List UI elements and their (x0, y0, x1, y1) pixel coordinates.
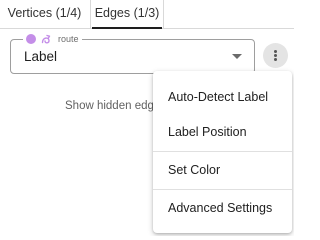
more-vert-icon (274, 50, 277, 53)
menu-divider (153, 151, 292, 152)
edges-panel: Vertices (1/4) Edges (1/3) route Label S… (0, 0, 294, 236)
more-vert-icon-dot (274, 54, 277, 57)
tab-bar: Vertices (1/4) Edges (1/3) (0, 0, 294, 29)
menu-item-label-position[interactable]: Label Position (153, 117, 292, 147)
chevron-down-icon (232, 54, 242, 59)
tab-vertices[interactable]: Vertices (1/4) (0, 0, 89, 29)
select-legend-label: route (58, 34, 79, 44)
active-tab-indicator (92, 27, 162, 29)
edge-color-dot (26, 34, 36, 44)
select-legend: route (23, 32, 82, 46)
menu-divider (153, 189, 292, 190)
more-options-button[interactable] (263, 43, 288, 68)
select-value: Label (24, 49, 58, 64)
menu-item-set-color[interactable]: Set Color (153, 155, 292, 185)
more-vert-icon-dot (274, 58, 277, 61)
show-hidden-edges-link[interactable]: Show hidden edges (65, 99, 166, 113)
edge-field-select[interactable]: route Label (10, 32, 255, 74)
tab-edges[interactable]: Edges (1/3) (90, 0, 164, 29)
menu-item-auto-detect-label[interactable]: Auto-Detect Label (153, 82, 292, 112)
menu-item-advanced-settings[interactable]: Advanced Settings (153, 193, 292, 223)
route-icon (41, 34, 51, 44)
options-menu: Auto-Detect Label Label Position Set Col… (153, 71, 292, 233)
